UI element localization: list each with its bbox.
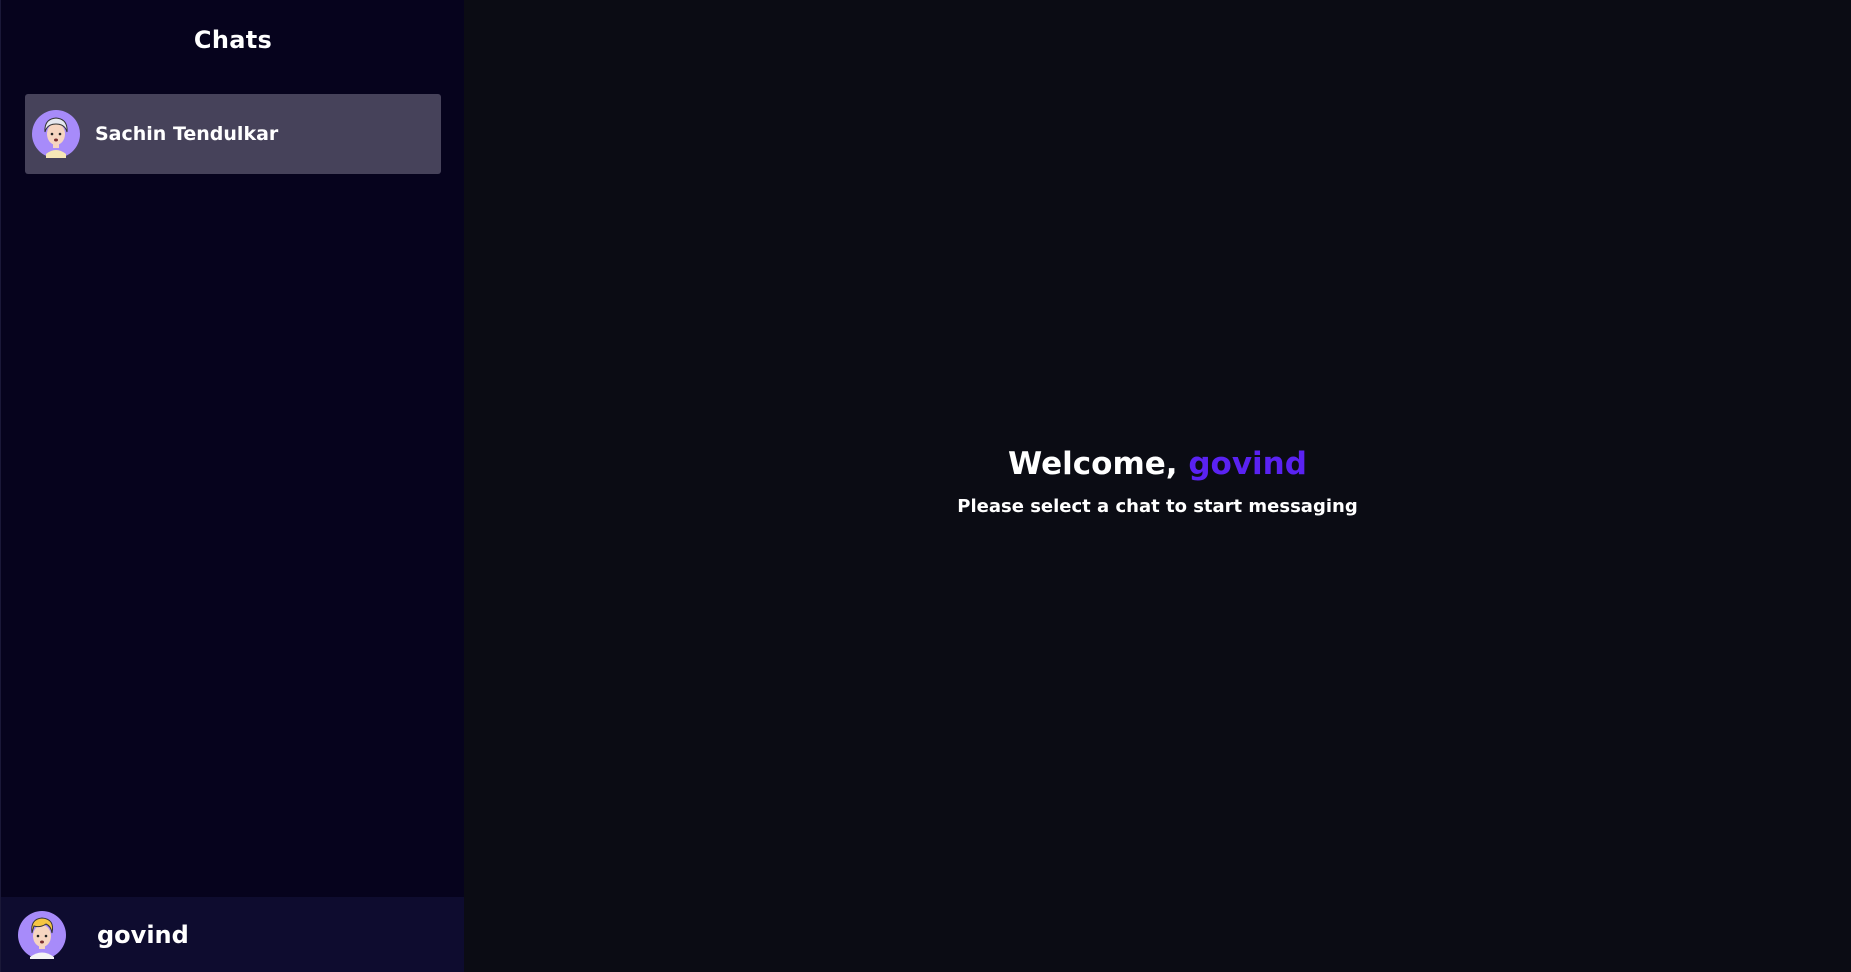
avatar-blond-hair-icon	[18, 910, 66, 959]
sidebar-title: Chats	[193, 26, 273, 54]
chat-list-item-sachin-tendulkar[interactable]: Sachin Tendulkar	[25, 94, 441, 174]
welcome-prefix: Welcome,	[1008, 446, 1178, 482]
welcome-message: Welcome, govind Please select a chat to …	[464, 440, 1851, 517]
chat-name: Sachin Tendulkar	[95, 123, 279, 145]
sidebar: Chats Sachin Tendulkar govind	[0, 0, 465, 972]
avatar-grey-hair-icon	[32, 110, 80, 158]
welcome-username: govind	[1188, 446, 1307, 482]
welcome-subtitle: Please select a chat to start messaging	[957, 496, 1358, 517]
current-username: govind	[97, 920, 189, 949]
welcome-title: Welcome, govind	[464, 440, 1851, 488]
main-panel: Welcome, govind Please select a chat to …	[464, 0, 1851, 972]
current-user-bar: govind	[1, 897, 465, 972]
chat-app: Chats Sachin Tendulkar govind Welcome, g…	[0, 0, 1851, 972]
